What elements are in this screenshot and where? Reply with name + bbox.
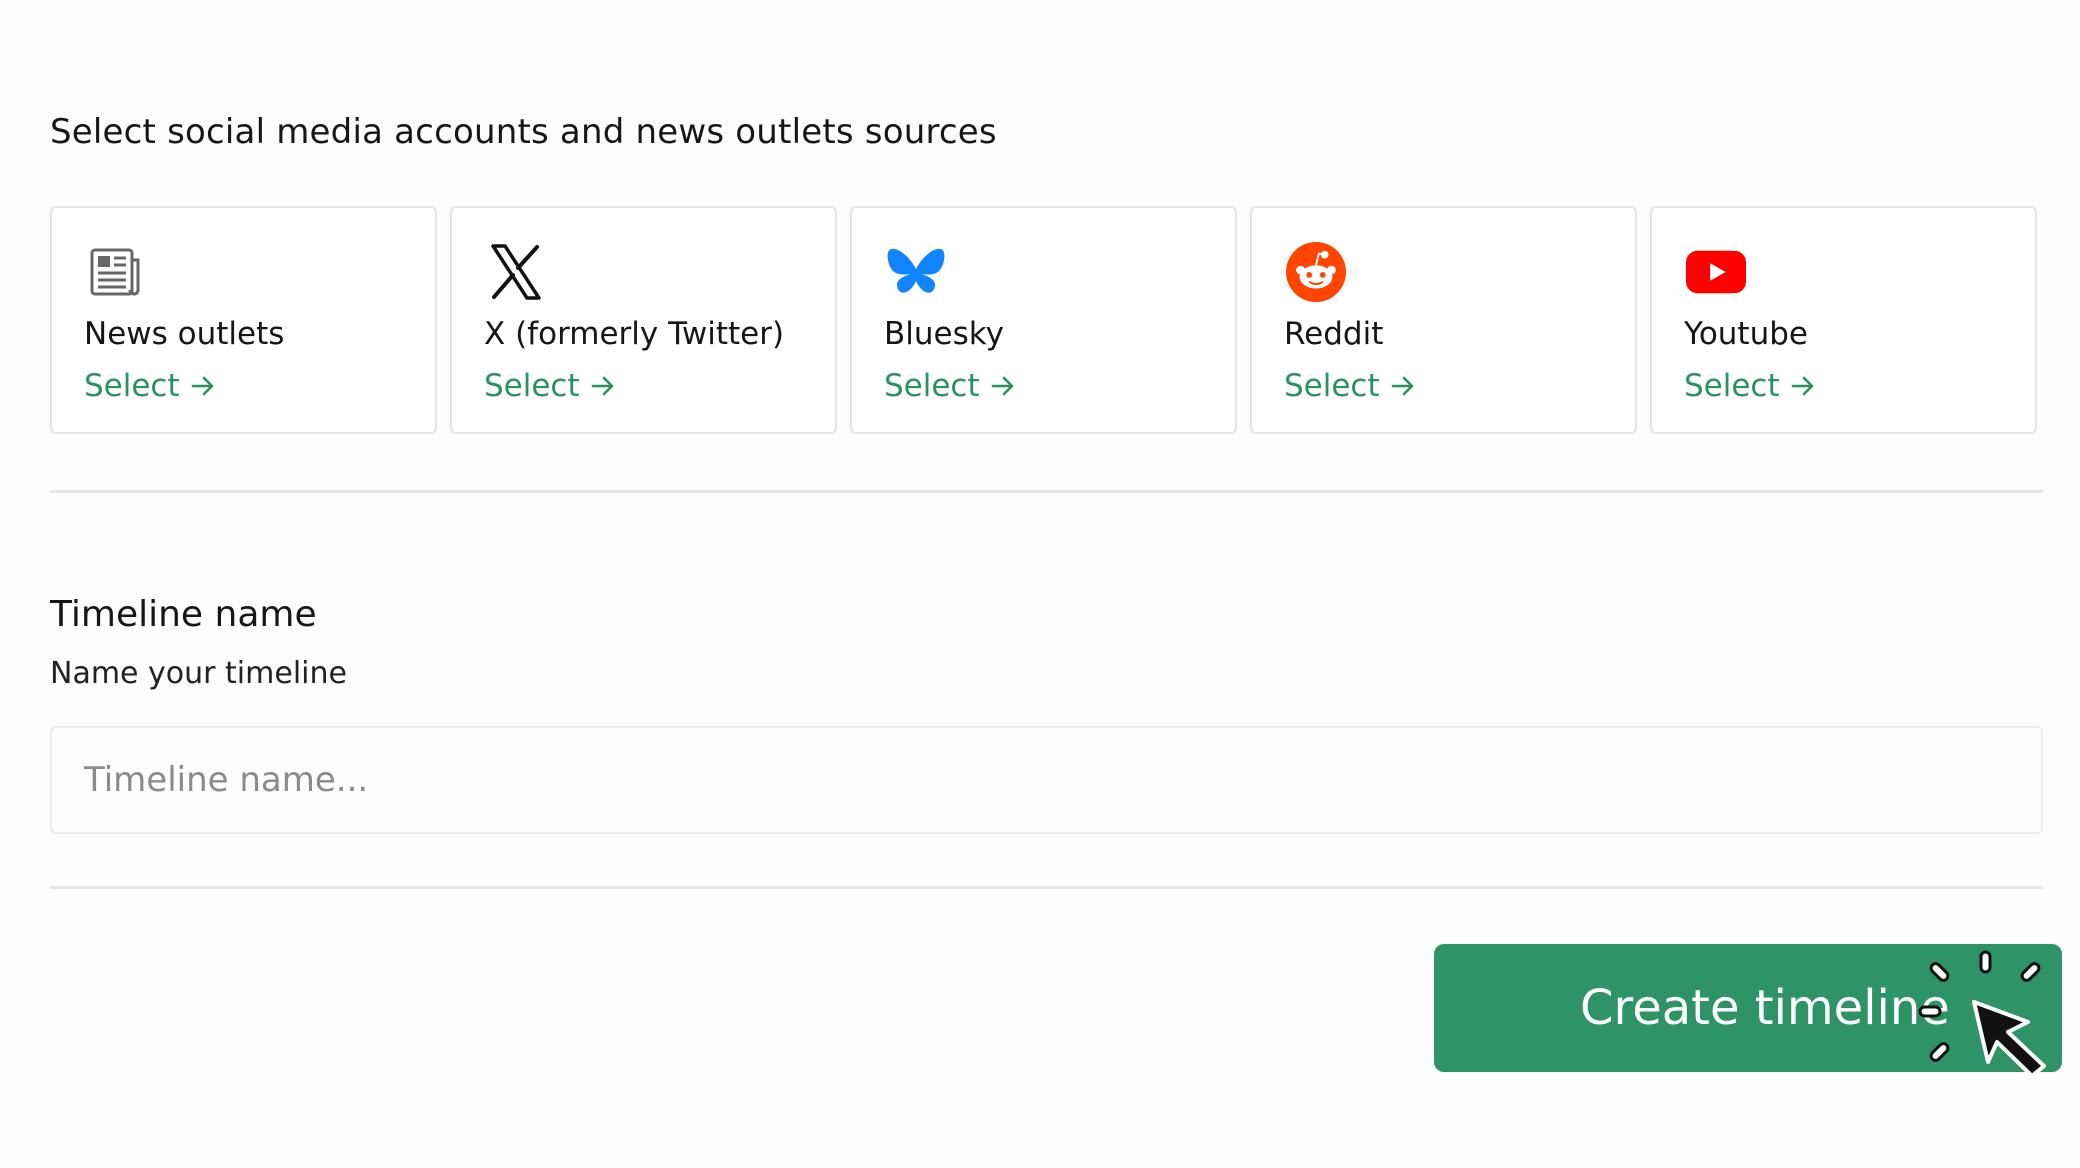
timeline-name-title: Timeline name (50, 594, 317, 635)
select-label: Select (484, 368, 580, 404)
arrow-right-icon (991, 376, 1013, 396)
select-link[interactable]: Select (1684, 368, 1816, 404)
bluesky-butterfly-icon (886, 242, 946, 302)
arrow-right-icon (591, 376, 613, 396)
select-link[interactable]: Select (84, 368, 216, 404)
x-logo-icon (486, 242, 546, 302)
newspaper-icon (86, 242, 146, 302)
select-label: Select (1684, 368, 1780, 404)
source-card-x[interactable]: X (formerly Twitter) Select (450, 206, 837, 434)
select-link[interactable]: Select (1284, 368, 1416, 404)
source-cards: News outlets Select X (formerly Twitter)… (50, 206, 2043, 438)
section-divider (50, 490, 2043, 493)
source-card-news-outlets[interactable]: News outlets Select (50, 206, 437, 434)
source-card-label: Youtube (1684, 316, 1808, 352)
arrow-right-icon (1391, 376, 1413, 396)
sources-heading: Select social media accounts and news ou… (50, 112, 997, 152)
source-card-label: News outlets (84, 316, 285, 352)
youtube-logo-icon (1686, 242, 1746, 302)
timeline-name-input[interactable] (50, 726, 2043, 834)
source-card-bluesky[interactable]: Bluesky Select (850, 206, 1237, 434)
create-timeline-button[interactable]: Create timeline (1434, 944, 2062, 1072)
arrow-right-icon (191, 376, 213, 396)
timeline-name-subtitle: Name your timeline (50, 656, 347, 691)
source-card-label: Bluesky (884, 316, 1004, 352)
select-label: Select (1284, 368, 1380, 404)
source-card-label: Reddit (1284, 316, 1384, 352)
source-card-label: X (formerly Twitter) (484, 316, 785, 352)
select-link[interactable]: Select (484, 368, 616, 404)
reddit-logo-icon (1286, 242, 1346, 302)
select-label: Select (884, 368, 980, 404)
source-card-reddit[interactable]: Reddit Select (1250, 206, 1637, 434)
arrow-right-icon (1791, 376, 1813, 396)
select-link[interactable]: Select (884, 368, 1016, 404)
page: Select social media accounts and news ou… (0, 0, 2080, 1168)
select-label: Select (84, 368, 180, 404)
source-card-youtube[interactable]: Youtube Select (1650, 206, 2037, 434)
section-divider (50, 886, 2043, 889)
